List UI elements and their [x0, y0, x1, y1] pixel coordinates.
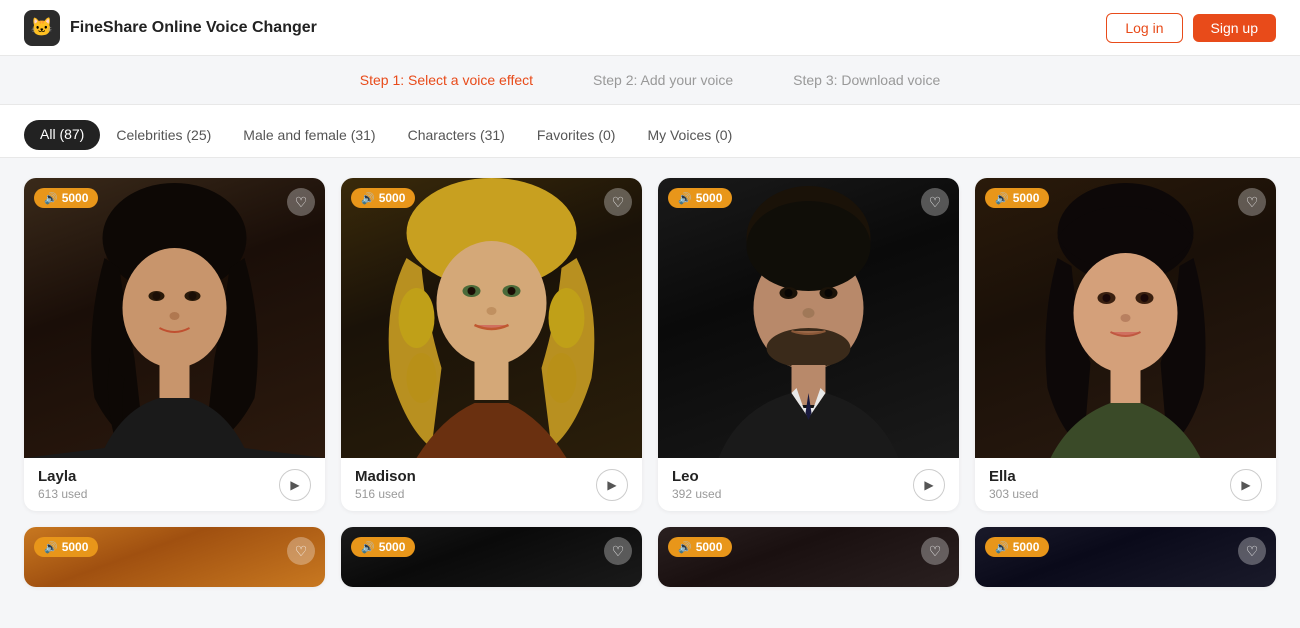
card-ella[interactable]: 🔊 5000 ♡ Ella 303 used ▶: [975, 178, 1276, 511]
card-text-layla: Layla 613 used: [38, 468, 87, 501]
badge-coin-icon-row2-4: 🔊: [995, 541, 1009, 554]
card-badge-row2-3: 🔊 5000: [668, 537, 732, 557]
card-badge-row2-2: 🔊 5000: [351, 537, 415, 557]
tabs-bar: All (87) Celebrities (25) Male and femal…: [0, 105, 1300, 158]
card-used-ella: 303 used: [989, 487, 1038, 501]
badge-coin-icon-leo: 🔊: [678, 192, 692, 205]
tab-my-voices[interactable]: My Voices (0): [631, 119, 748, 157]
card-heart-row2-4[interactable]: ♡: [1238, 537, 1266, 565]
card-play-layla[interactable]: ▶: [279, 469, 311, 501]
badge-value-row2-3: 5000: [696, 540, 723, 554]
badge-value-layla: 5000: [62, 191, 89, 205]
card-row2-3[interactable]: 🔊 5000 ♡: [658, 527, 959, 587]
tab-celebrities[interactable]: Celebrities (25): [100, 119, 227, 157]
card-info-layla: Layla 613 used ▶: [24, 458, 325, 511]
card-image-row2-3: 🔊 5000 ♡: [658, 527, 959, 587]
card-image-layla: 🔊 5000 ♡: [24, 178, 325, 458]
card-used-leo: 392 used: [672, 487, 721, 501]
badge-coin-icon-madison: 🔊: [361, 192, 375, 205]
badge-value-ella: 5000: [1013, 191, 1040, 205]
header: 🐱 FineShare Online Voice Changer Log in …: [0, 0, 1300, 56]
card-badge-ella: 🔊 5000: [985, 188, 1049, 208]
card-play-ella[interactable]: ▶: [1230, 469, 1262, 501]
main-content: 🔊 5000 ♡ Layla 613 used ▶: [0, 158, 1300, 624]
badge-coin-icon-ella: 🔊: [995, 192, 1009, 205]
badge-value-leo: 5000: [696, 191, 723, 205]
steps-bar: Step 1: Select a voice effect Step 2: Ad…: [0, 56, 1300, 105]
card-heart-row2-1[interactable]: ♡: [287, 537, 315, 565]
tab-characters[interactable]: Characters (31): [392, 119, 521, 157]
card-info-madison: Madison 516 used ▶: [341, 458, 642, 511]
cards-grid-row2: 🔊 5000 ♡ 🔊 5000 ♡ 🔊 5000 ♡: [24, 527, 1276, 587]
signup-button[interactable]: Sign up: [1193, 14, 1276, 42]
tab-favorites[interactable]: Favorites (0): [521, 119, 632, 157]
card-badge-leo: 🔊 5000: [668, 188, 732, 208]
badge-coin-icon-row2-3: 🔊: [678, 541, 692, 554]
card-image-leo: 🔊 5000 ♡: [658, 178, 959, 458]
card-badge-layla: 🔊 5000: [34, 188, 98, 208]
card-used-layla: 613 used: [38, 487, 87, 501]
card-text-madison: Madison 516 used: [355, 468, 416, 501]
card-image-row2-4: 🔊 5000 ♡: [975, 527, 1276, 587]
card-badge-madison: 🔊 5000: [351, 188, 415, 208]
badge-value-row2-4: 5000: [1013, 540, 1040, 554]
badge-value-row2-2: 5000: [379, 540, 406, 554]
card-text-ella: Ella 303 used: [989, 468, 1038, 501]
app-title: FineShare Online Voice Changer: [70, 19, 317, 37]
card-row2-4[interactable]: 🔊 5000 ♡: [975, 527, 1276, 587]
step-3[interactable]: Step 3: Download voice: [793, 72, 940, 88]
card-heart-row2-3[interactable]: ♡: [921, 537, 949, 565]
card-badge-row2-4: 🔊 5000: [985, 537, 1049, 557]
card-heart-row2-2[interactable]: ♡: [604, 537, 632, 565]
card-name-ella: Ella: [989, 468, 1038, 485]
step-1[interactable]: Step 1: Select a voice effect: [360, 72, 533, 88]
badge-coin-icon-row2-2: 🔊: [361, 541, 375, 554]
card-heart-leo[interactable]: ♡: [921, 188, 949, 216]
card-image-ella: 🔊 5000 ♡: [975, 178, 1276, 458]
card-badge-row2-1: 🔊 5000: [34, 537, 98, 557]
badge-value-madison: 5000: [379, 191, 406, 205]
card-info-leo: Leo 392 used ▶: [658, 458, 959, 511]
tab-all[interactable]: All (87): [24, 120, 100, 150]
login-button[interactable]: Log in: [1106, 13, 1182, 43]
card-leo[interactable]: 🔊 5000 ♡ Leo 392 used ▶: [658, 178, 959, 511]
header-buttons: Log in Sign up: [1106, 13, 1276, 43]
card-row2-1[interactable]: 🔊 5000 ♡: [24, 527, 325, 587]
card-image-row2-2: 🔊 5000 ♡: [341, 527, 642, 587]
card-text-leo: Leo 392 used: [672, 468, 721, 501]
badge-value-row2-1: 5000: [62, 540, 89, 554]
step-2[interactable]: Step 2: Add your voice: [593, 72, 733, 88]
card-info-ella: Ella 303 used ▶: [975, 458, 1276, 511]
card-heart-madison[interactable]: ♡: [604, 188, 632, 216]
card-image-row2-1: 🔊 5000 ♡: [24, 527, 325, 587]
tab-male-female[interactable]: Male and female (31): [227, 119, 391, 157]
card-heart-ella[interactable]: ♡: [1238, 188, 1266, 216]
cards-grid-row1: 🔊 5000 ♡ Layla 613 used ▶: [24, 178, 1276, 511]
logo-emoji: 🐱: [31, 17, 53, 38]
card-heart-layla[interactable]: ♡: [287, 188, 315, 216]
card-used-madison: 516 used: [355, 487, 416, 501]
app-logo: 🐱: [24, 10, 60, 46]
card-play-leo[interactable]: ▶: [913, 469, 945, 501]
header-left: 🐱 FineShare Online Voice Changer: [24, 10, 317, 46]
card-row2-2[interactable]: 🔊 5000 ♡: [341, 527, 642, 587]
card-name-layla: Layla: [38, 468, 87, 485]
card-name-leo: Leo: [672, 468, 721, 485]
badge-coin-icon: 🔊: [44, 192, 58, 205]
card-image-madison: 🔊 5000 ♡: [341, 178, 642, 458]
card-madison[interactable]: 🔊 5000 ♡ Madison 516 used ▶: [341, 178, 642, 511]
badge-coin-icon-row2-1: 🔊: [44, 541, 58, 554]
card-layla[interactable]: 🔊 5000 ♡ Layla 613 used ▶: [24, 178, 325, 511]
card-name-madison: Madison: [355, 468, 416, 485]
card-play-madison[interactable]: ▶: [596, 469, 628, 501]
